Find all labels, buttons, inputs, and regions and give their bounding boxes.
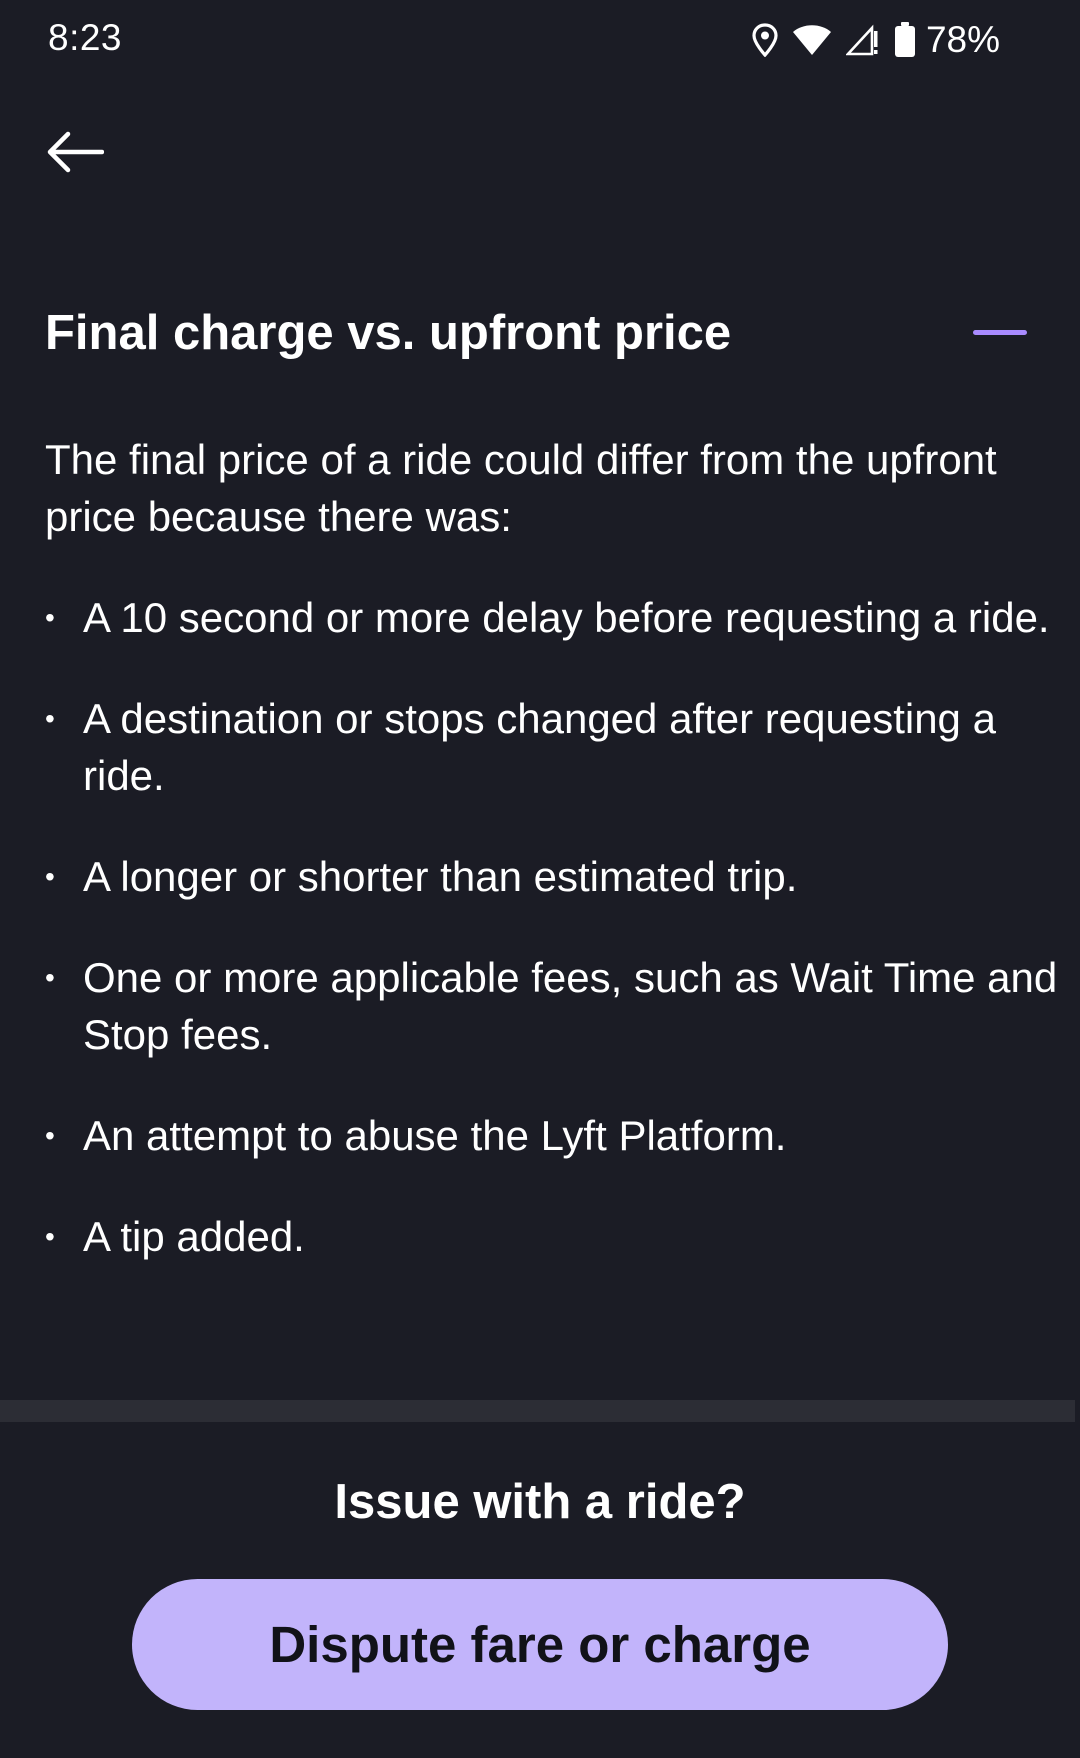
status-icons: 78% (752, 18, 1000, 62)
bullet-icon: • (45, 962, 55, 993)
bullet-icon: • (45, 1221, 55, 1252)
list-item-text: An attempt to abuse the Lyft Platform. (83, 1112, 787, 1159)
dispute-fare-button[interactable]: Dispute fare or charge (132, 1579, 948, 1710)
signal-icon (845, 23, 880, 57)
location-icon (752, 23, 778, 57)
wifi-icon (792, 24, 832, 56)
list-item-text: A 10 second or more delay before request… (83, 594, 1050, 641)
list-item-text: One or more applicable fees, such as Wai… (83, 954, 1058, 1058)
list-item-text: A destination or stops changed after req… (83, 695, 996, 799)
back-button[interactable] (36, 118, 114, 190)
collapse-button[interactable] (970, 306, 1030, 358)
list-item: • A tip added. (45, 1208, 1078, 1265)
list-item-text: A longer or shorter than estimated trip. (83, 853, 798, 900)
minus-icon (973, 329, 1027, 335)
battery-percentage: 78% (925, 19, 1000, 60)
issue-heading: Issue with a ride? (334, 1475, 746, 1529)
list-item: • A destination or stops changed after r… (45, 690, 1078, 804)
list-item: • One or more applicable fees, such as W… (45, 949, 1078, 1063)
battery-icon (894, 22, 916, 58)
section-title: Final charge vs. upfront price (45, 306, 732, 360)
section-divider (0, 1400, 1075, 1422)
intro-text: The final price of a ride could differ f… (45, 436, 997, 540)
reason-list: • A 10 second or more delay before reque… (45, 589, 1057, 1309)
list-item: • An attempt to abuse the Lyft Platform. (45, 1107, 1078, 1164)
list-item-text: A tip added. (83, 1213, 305, 1260)
bullet-icon: • (45, 703, 55, 734)
list-item: • A longer or shorter than estimated tri… (45, 848, 1078, 905)
list-item: • A 10 second or more delay before reque… (45, 589, 1078, 646)
bullet-icon: • (45, 602, 55, 633)
bullet-icon: • (45, 1120, 55, 1151)
status-time: 8:23 (48, 17, 123, 58)
arrow-left-icon (46, 130, 105, 179)
bullet-icon: • (45, 861, 55, 892)
status-bar: 8:23 78% (0, 0, 1080, 80)
